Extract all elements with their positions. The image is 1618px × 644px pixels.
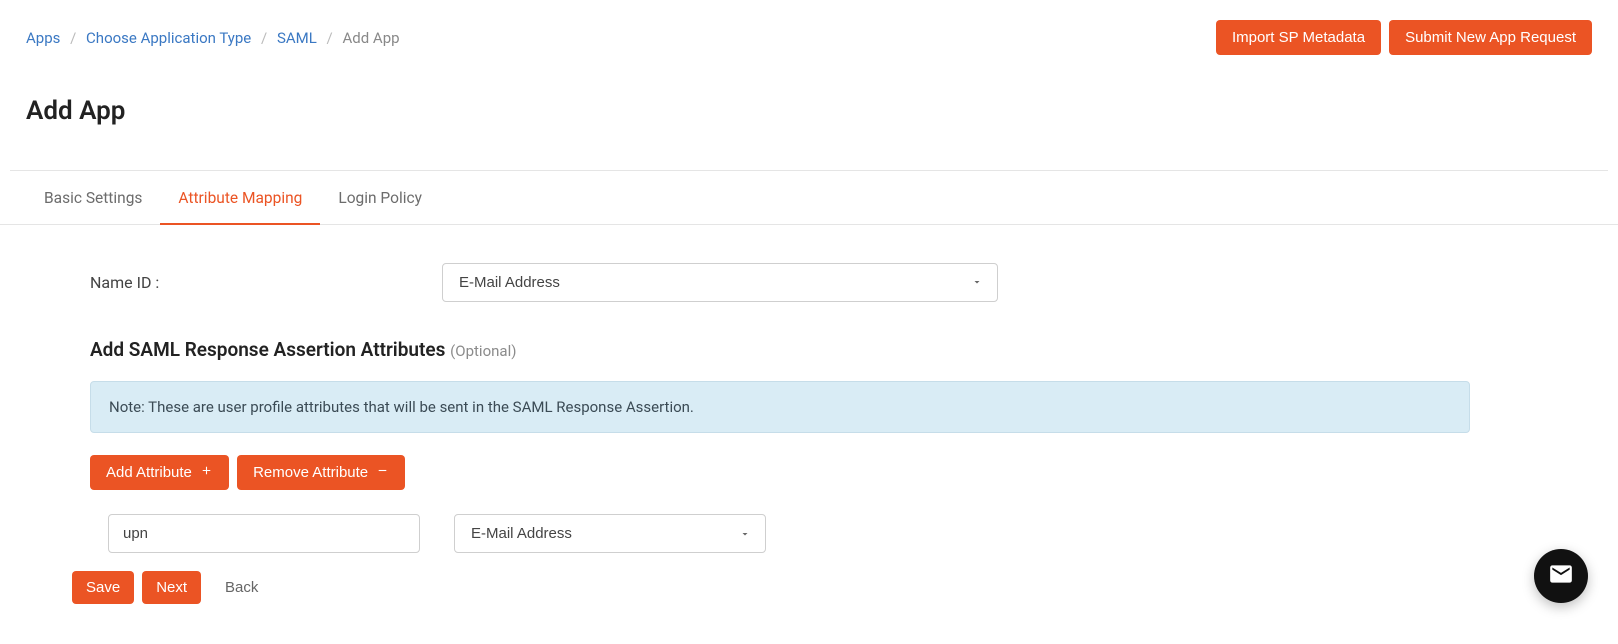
breadcrumb-apps[interactable]: Apps: [26, 29, 60, 47]
breadcrumb: Apps / Choose Application Type / SAML / …: [26, 29, 400, 47]
tabs: Basic Settings Attribute Mapping Login P…: [0, 171, 1618, 225]
note-box: Note: These are user profile attributes …: [90, 381, 1470, 433]
name-id-label: Name ID :: [90, 273, 442, 292]
add-attribute-label: Add Attribute: [106, 464, 192, 481]
remove-attribute-label: Remove Attribute: [253, 464, 368, 481]
tab-login-policy[interactable]: Login Policy: [320, 171, 440, 225]
breadcrumb-sep: /: [261, 29, 267, 47]
breadcrumb-choose-type[interactable]: Choose Application Type: [86, 29, 251, 47]
breadcrumb-sep: /: [327, 29, 333, 47]
add-attribute-button[interactable]: Add Attribute: [90, 455, 229, 491]
back-button[interactable]: Back: [219, 578, 264, 597]
name-id-select[interactable]: E-Mail Address: [442, 263, 998, 302]
attribute-value-select[interactable]: E-Mail Address: [454, 514, 766, 553]
section-optional: (Optional): [450, 342, 516, 360]
save-button[interactable]: Save: [72, 571, 134, 604]
submit-new-app-request-button[interactable]: Submit New App Request: [1389, 20, 1592, 55]
breadcrumb-current: Add App: [342, 29, 399, 47]
page-title: Add App: [0, 82, 1618, 152]
import-sp-metadata-button[interactable]: Import SP Metadata: [1216, 20, 1381, 55]
chat-fab[interactable]: [1534, 549, 1588, 603]
breadcrumb-saml[interactable]: SAML: [277, 29, 317, 47]
tab-attribute-mapping[interactable]: Attribute Mapping: [160, 171, 320, 225]
mail-icon: [1548, 561, 1574, 591]
remove-attribute-button[interactable]: Remove Attribute: [237, 455, 405, 491]
breadcrumb-sep: /: [70, 29, 76, 47]
section-heading: Add SAML Response Assertion Attributes (…: [90, 338, 1592, 361]
attribute-key-input[interactable]: [108, 514, 420, 553]
next-button[interactable]: Next: [142, 571, 201, 604]
minus-icon: [376, 464, 389, 481]
section-heading-text: Add SAML Response Assertion Attributes: [90, 338, 450, 361]
tab-basic-settings[interactable]: Basic Settings: [26, 171, 160, 225]
plus-icon: [200, 464, 213, 481]
attribute-row: E-Mail Address: [108, 514, 1592, 553]
